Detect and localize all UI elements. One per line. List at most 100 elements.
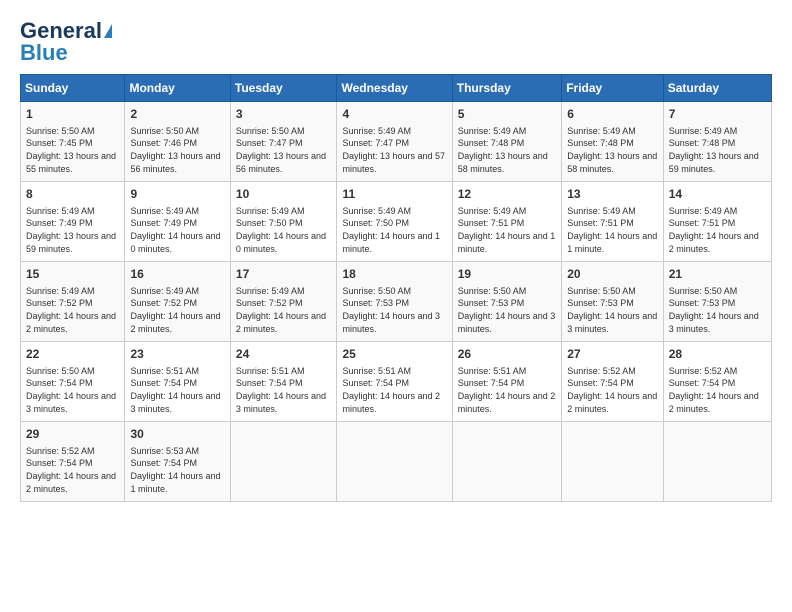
calendar-cell: 28 Sunrise: 5:52 AMSunset: 7:54 PMDayligh… — [663, 342, 771, 422]
calendar-cell: 9 Sunrise: 5:49 AMSunset: 7:49 PMDaylight… — [125, 182, 230, 262]
day-info: Sunrise: 5:52 AMSunset: 7:54 PMDaylight:… — [567, 365, 658, 415]
calendar-week-5: 29 Sunrise: 5:52 AMSunset: 7:54 PMDayligh… — [21, 422, 772, 502]
day-info: Sunrise: 5:49 AMSunset: 7:52 PMDaylight:… — [236, 285, 332, 335]
calendar-cell: 16 Sunrise: 5:49 AMSunset: 7:52 PMDayligh… — [125, 262, 230, 342]
day-number: 18 — [342, 266, 446, 283]
column-header-friday: Friday — [562, 75, 664, 102]
day-info: Sunrise: 5:51 AMSunset: 7:54 PMDaylight:… — [342, 365, 446, 415]
day-number: 14 — [669, 186, 766, 203]
day-info: Sunrise: 5:49 AMSunset: 7:48 PMDaylight:… — [458, 125, 556, 175]
calendar-table: SundayMondayTuesdayWednesdayThursdayFrid… — [20, 74, 772, 502]
day-number: 13 — [567, 186, 658, 203]
calendar-cell: 18 Sunrise: 5:50 AMSunset: 7:53 PMDayligh… — [337, 262, 452, 342]
day-info: Sunrise: 5:50 AMSunset: 7:53 PMDaylight:… — [342, 285, 446, 335]
calendar-cell: 27 Sunrise: 5:52 AMSunset: 7:54 PMDayligh… — [562, 342, 664, 422]
calendar-cell: 20 Sunrise: 5:50 AMSunset: 7:53 PMDayligh… — [562, 262, 664, 342]
calendar-cell: 7 Sunrise: 5:49 AMSunset: 7:48 PMDaylight… — [663, 102, 771, 182]
calendar-cell: 5 Sunrise: 5:49 AMSunset: 7:48 PMDaylight… — [452, 102, 561, 182]
column-header-saturday: Saturday — [663, 75, 771, 102]
day-number: 30 — [130, 426, 224, 443]
day-number: 5 — [458, 106, 556, 123]
day-number: 21 — [669, 266, 766, 283]
day-info: Sunrise: 5:49 AMSunset: 7:48 PMDaylight:… — [567, 125, 658, 175]
logo-blue: Blue — [20, 42, 68, 64]
day-number: 17 — [236, 266, 332, 283]
day-info: Sunrise: 5:49 AMSunset: 7:49 PMDaylight:… — [26, 205, 119, 255]
calendar-cell: 11 Sunrise: 5:49 AMSunset: 7:50 PMDayligh… — [337, 182, 452, 262]
calendar-week-4: 22Sunrise: 5:50 AMSunset: 7:54 PMDayligh… — [21, 342, 772, 422]
calendar-cell: 19 Sunrise: 5:50 AMSunset: 7:53 PMDayligh… — [452, 262, 561, 342]
day-number: 29 — [26, 426, 119, 443]
logo-general: General — [20, 20, 102, 42]
calendar-cell — [663, 422, 771, 502]
day-info: Sunrise: 5:49 AMSunset: 7:52 PMDaylight:… — [26, 285, 119, 335]
calendar-cell — [230, 422, 337, 502]
calendar-header-row: SundayMondayTuesdayWednesdayThursdayFrid… — [21, 75, 772, 102]
calendar-cell: 21 Sunrise: 5:50 AMSunset: 7:53 PMDayligh… — [663, 262, 771, 342]
calendar-cell: 29 Sunrise: 5:52 AMSunset: 7:54 PMDayligh… — [21, 422, 125, 502]
calendar-cell: 4Sunrise: 5:49 AMSunset: 7:47 PMDaylight… — [337, 102, 452, 182]
calendar-week-3: 15Sunrise: 5:49 AMSunset: 7:52 PMDayligh… — [21, 262, 772, 342]
day-info: Sunrise: 5:50 AMSunset: 7:53 PMDaylight:… — [567, 285, 658, 335]
day-info: Sunrise: 5:51 AMSunset: 7:54 PMDaylight:… — [458, 365, 556, 415]
day-number: 25 — [342, 346, 446, 363]
column-header-sunday: Sunday — [21, 75, 125, 102]
day-number: 3 — [236, 106, 332, 123]
calendar-cell: 6 Sunrise: 5:49 AMSunset: 7:48 PMDaylight… — [562, 102, 664, 182]
day-info: Sunrise: 5:50 AMSunset: 7:53 PMDaylight:… — [458, 285, 556, 335]
day-info: Sunrise: 5:50 AMSunset: 7:45 PMDaylight:… — [26, 125, 119, 175]
calendar-cell — [337, 422, 452, 502]
day-info: Sunrise: 5:49 AMSunset: 7:50 PMDaylight:… — [342, 205, 446, 255]
calendar-cell: 1 Sunrise: 5:50 AMSunset: 7:45 PMDaylight… — [21, 102, 125, 182]
day-info: Sunrise: 5:52 AMSunset: 7:54 PMDaylight:… — [26, 445, 119, 495]
day-number: 9 — [130, 186, 224, 203]
day-number: 2 — [130, 106, 224, 123]
day-number: 26 — [458, 346, 556, 363]
calendar-week-1: 1 Sunrise: 5:50 AMSunset: 7:45 PMDaylight… — [21, 102, 772, 182]
calendar-cell: 10 Sunrise: 5:49 AMSunset: 7:50 PMDayligh… — [230, 182, 337, 262]
day-info: Sunrise: 5:50 AMSunset: 7:46 PMDaylight:… — [130, 125, 224, 175]
day-info: Sunrise: 5:49 AMSunset: 7:49 PMDaylight:… — [130, 205, 224, 255]
column-header-thursday: Thursday — [452, 75, 561, 102]
page-header: General Blue — [20, 20, 772, 64]
calendar-week-2: 8 Sunrise: 5:49 AMSunset: 7:49 PMDaylight… — [21, 182, 772, 262]
day-number: 11 — [342, 186, 446, 203]
day-number: 20 — [567, 266, 658, 283]
day-info: Sunrise: 5:53 AMSunset: 7:54 PMDaylight:… — [130, 445, 224, 495]
day-number: 10 — [236, 186, 332, 203]
day-info: Sunrise: 5:49 AMSunset: 7:51 PMDaylight:… — [669, 205, 766, 255]
day-number: 8 — [26, 186, 119, 203]
day-number: 12 — [458, 186, 556, 203]
calendar-cell: 13Sunrise: 5:49 AMSunset: 7:51 PMDayligh… — [562, 182, 664, 262]
day-number: 16 — [130, 266, 224, 283]
day-number: 1 — [26, 106, 119, 123]
day-info: Sunrise: 5:49 AMSunset: 7:52 PMDaylight:… — [130, 285, 224, 335]
day-info: Sunrise: 5:50 AMSunset: 7:54 PMDaylight:… — [26, 365, 119, 415]
day-number: 23 — [130, 346, 224, 363]
calendar-cell — [452, 422, 561, 502]
calendar-cell: 22Sunrise: 5:50 AMSunset: 7:54 PMDayligh… — [21, 342, 125, 422]
day-number: 28 — [669, 346, 766, 363]
calendar-cell: 23Sunrise: 5:51 AMSunset: 7:54 PMDayligh… — [125, 342, 230, 422]
day-number: 4 — [342, 106, 446, 123]
calendar-cell: 3 Sunrise: 5:50 AMSunset: 7:47 PMDaylight… — [230, 102, 337, 182]
calendar-cell: 24 Sunrise: 5:51 AMSunset: 7:54 PMDayligh… — [230, 342, 337, 422]
day-number: 7 — [669, 106, 766, 123]
calendar-cell — [562, 422, 664, 502]
day-number: 6 — [567, 106, 658, 123]
day-number: 19 — [458, 266, 556, 283]
calendar-cell: 8 Sunrise: 5:49 AMSunset: 7:49 PMDaylight… — [21, 182, 125, 262]
calendar-cell: 15Sunrise: 5:49 AMSunset: 7:52 PMDayligh… — [21, 262, 125, 342]
day-info: Sunrise: 5:50 AMSunset: 7:53 PMDaylight:… — [669, 285, 766, 335]
day-number: 27 — [567, 346, 658, 363]
calendar-cell: 30 Sunrise: 5:53 AMSunset: 7:54 PMDayligh… — [125, 422, 230, 502]
calendar-cell: 12Sunrise: 5:49 AMSunset: 7:51 PMDayligh… — [452, 182, 561, 262]
calendar-cell: 2 Sunrise: 5:50 AMSunset: 7:46 PMDaylight… — [125, 102, 230, 182]
day-info: Sunrise: 5:52 AMSunset: 7:54 PMDaylight:… — [669, 365, 766, 415]
day-info: Sunrise: 5:49 AMSunset: 7:48 PMDaylight:… — [669, 125, 766, 175]
day-info: Sunrise: 5:49 AMSunset: 7:50 PMDaylight:… — [236, 205, 332, 255]
calendar-cell: 14 Sunrise: 5:49 AMSunset: 7:51 PMDayligh… — [663, 182, 771, 262]
day-number: 24 — [236, 346, 332, 363]
day-info: Sunrise: 5:51 AMSunset: 7:54 PMDaylight:… — [236, 365, 332, 415]
day-info: Sunrise: 5:50 AMSunset: 7:47 PMDaylight:… — [236, 125, 332, 175]
